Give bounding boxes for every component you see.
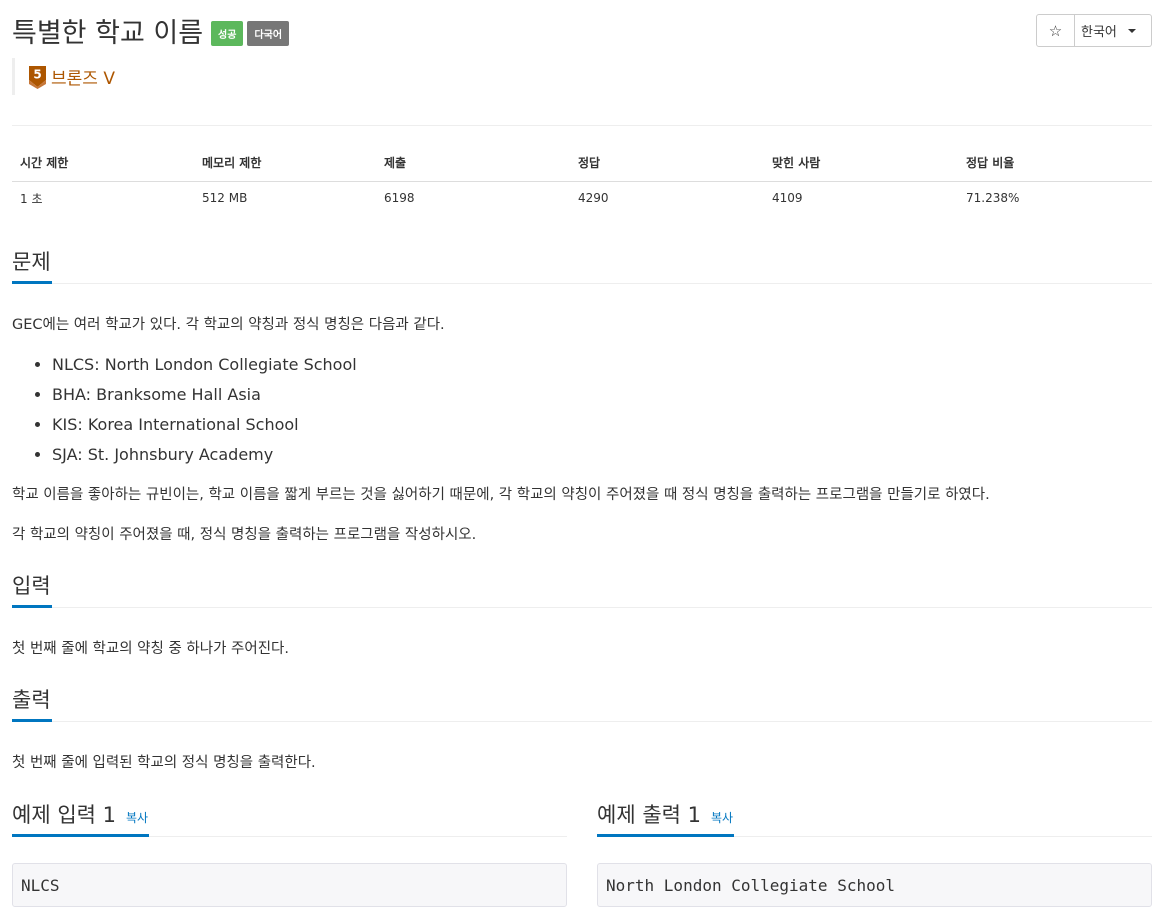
header-accepted: 정답 <box>570 145 764 182</box>
star-icon: ☆ <box>1048 21 1063 40</box>
tier-level-text: 5 <box>33 67 41 81</box>
memory-limit-value: 512 MB <box>202 191 248 206</box>
description-section-header: 문제 <box>12 248 1152 284</box>
submissions-value[interactable]: 6198 <box>376 181 570 215</box>
language-label: 한국어 <box>1081 25 1117 40</box>
copy-output-button[interactable]: 복사 <box>711 811 733 825</box>
tier-row: 5 브론즈 V <box>12 58 115 95</box>
header-time-limit: 시간 제한 <box>12 145 194 182</box>
bronze-tier-icon: 5 <box>28 65 47 89</box>
accept-ratio-value: 71.238% <box>966 191 1020 206</box>
chevron-down-icon <box>1127 28 1136 33</box>
sample-input-box[interactable]: NLCS <box>12 863 567 907</box>
header-accept-ratio: 정답 비율 <box>958 145 1152 182</box>
solved-users-value[interactable]: 4109 <box>764 181 958 215</box>
favorite-button[interactable]: ☆ <box>1036 14 1075 47</box>
table-header-row: 시간 제한 메모리 제한 제출 정답 맞힌 사람 정답 비율 <box>12 145 1152 182</box>
list-item: NLCS: North London Collegiate School <box>52 354 357 384</box>
input-heading: 입력 <box>12 572 52 608</box>
time-limit-value: 1 초 <box>20 191 43 206</box>
multilang-badge: 다국어 <box>247 20 290 46</box>
output-heading: 출력 <box>12 686 52 722</box>
output-section-header: 출력 <box>12 686 1152 722</box>
tier-link[interactable]: 브론즈 V <box>51 64 115 89</box>
accepted-value[interactable]: 4290 <box>570 181 764 215</box>
description-heading: 문제 <box>12 248 52 284</box>
sample-input-heading-text: 예제 입력 1 <box>12 803 116 827</box>
copy-input-button[interactable]: 복사 <box>126 811 148 825</box>
list-item: KIS: Korea International School <box>52 414 357 444</box>
header-memory-limit: 메모리 제한 <box>194 145 376 182</box>
description-intro: GEC에는 여러 학교가 있다. 각 학교의 약칭과 정식 명칭은 다음과 같다… <box>12 317 445 333</box>
sample-output-heading: 예제 출력 1 복사 <box>597 801 735 837</box>
language-dropdown[interactable]: 한국어 <box>1075 14 1152 47</box>
divider <box>12 125 1152 126</box>
input-section-header: 입력 <box>12 572 1152 608</box>
sample-output-heading-text: 예제 출력 1 <box>597 803 701 827</box>
status-badge-success: 성공 <box>211 20 244 46</box>
input-description: 첫 번째 줄에 학교의 약칭 중 하나가 주어진다. <box>12 641 289 657</box>
sample-input-heading: 예제 입력 1 복사 <box>12 801 150 837</box>
sample-output-box[interactable]: North London Collegiate School <box>597 863 1152 907</box>
list-item: BHA: Branksome Hall Asia <box>52 384 357 414</box>
school-list: NLCS: North London Collegiate School BHA… <box>52 354 357 474</box>
description-task: 각 학교의 약칭이 주어졌을 때, 정식 명칭을 출력하는 프로그램을 작성하시… <box>12 527 477 543</box>
list-item: SJA: St. Johnsbury Academy <box>52 444 357 474</box>
title-row: 특별한 학교 이름 성공 다국어 <box>12 12 290 49</box>
problem-title: 특별한 학교 이름 <box>12 17 204 49</box>
sample-output-header: 예제 출력 1 복사 <box>597 801 1152 837</box>
output-description: 첫 번째 줄에 입력된 학교의 정식 명칭을 출력한다. <box>12 755 316 771</box>
sample-input-header: 예제 입력 1 복사 <box>12 801 567 837</box>
header-submissions: 제출 <box>376 145 570 182</box>
language-button-group: ☆ 한국어 <box>1036 14 1152 47</box>
description-paragraph: 학교 이름을 좋아하는 규빈이는, 학교 이름을 짧게 부르는 것을 싫어하기 … <box>12 487 990 503</box>
table-row: 1 초 512 MB 6198 4290 4109 71.238% <box>12 181 1152 215</box>
header-solved-users: 맞힌 사람 <box>764 145 958 182</box>
problem-info-table: 시간 제한 메모리 제한 제출 정답 맞힌 사람 정답 비율 1 초 512 M… <box>12 145 1152 215</box>
